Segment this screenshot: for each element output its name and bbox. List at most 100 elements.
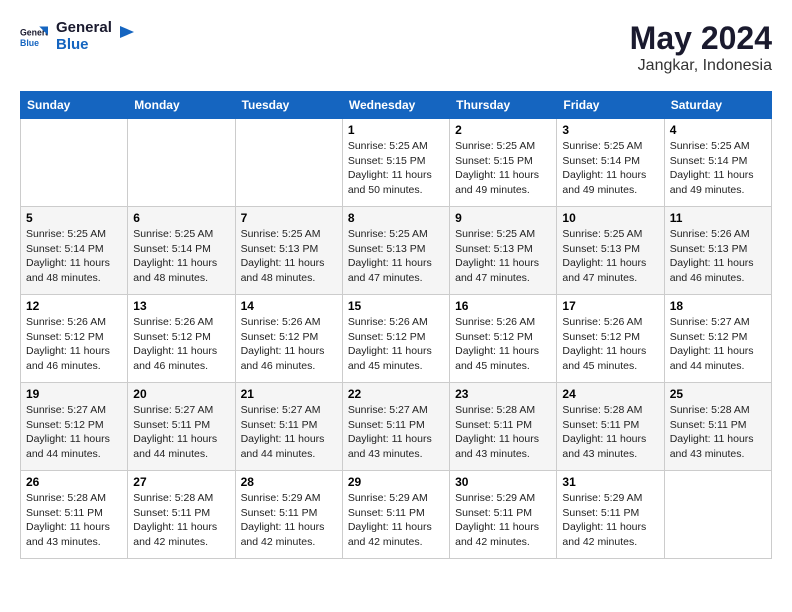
day-info: Sunrise: 5:25 AM Sunset: 5:15 PM Dayligh… <box>348 139 444 198</box>
calendar-cell: 1Sunrise: 5:25 AM Sunset: 5:15 PM Daylig… <box>342 119 449 207</box>
calendar-cell: 29 Sunrise: 5:29 AM Sunset: 5:11 PM Dayli… <box>342 471 449 559</box>
day-info: Sunrise: 5:25 AM Sunset: 5:13 PM Dayligh… <box>562 227 658 286</box>
day-info: Sunrise: 5:25 AM Sunset: 5:14 PM Dayligh… <box>26 227 122 286</box>
calendar-week-3: 12 Sunrise: 5:26 AM Sunset: 5:12 PM Dayli… <box>21 295 772 383</box>
month-title: May 2024 <box>630 20 772 57</box>
logo-line2: Blue <box>56 37 112 54</box>
day-number: 30 <box>455 475 551 489</box>
day-number: 19 <box>26 387 122 401</box>
day-info: Sunrise: 5:26 AM Sunset: 5:12 PM Dayligh… <box>455 315 551 374</box>
day-info: Sunrise: 5:27 AM Sunset: 5:12 PM Dayligh… <box>670 315 766 374</box>
calendar-cell <box>664 471 771 559</box>
day-number: 8 <box>348 211 444 225</box>
day-info: Sunrise: 5:26 AM Sunset: 5:12 PM Dayligh… <box>241 315 337 374</box>
title-block: May 2024 Jangkar, Indonesia <box>630 20 772 75</box>
header-monday: Monday <box>128 92 235 119</box>
day-number: 12 <box>26 299 122 313</box>
day-info: Sunrise: 5:27 AM Sunset: 5:11 PM Dayligh… <box>348 403 444 462</box>
day-info: Sunrise: 5:29 AM Sunset: 5:11 PM Dayligh… <box>241 491 337 550</box>
calendar-cell: 28 Sunrise: 5:29 AM Sunset: 5:11 PM Dayli… <box>235 471 342 559</box>
day-info: Sunrise: 5:26 AM Sunset: 5:12 PM Dayligh… <box>133 315 229 374</box>
day-info: Sunrise: 5:25 AM Sunset: 5:13 PM Dayligh… <box>348 227 444 286</box>
day-number: 31 <box>562 475 658 489</box>
header-wednesday: Wednesday <box>342 92 449 119</box>
day-info: Sunrise: 5:28 AM Sunset: 5:11 PM Dayligh… <box>562 403 658 462</box>
calendar-week-5: 26 Sunrise: 5:28 AM Sunset: 5:11 PM Dayli… <box>21 471 772 559</box>
calendar-cell: 5 Sunrise: 5:25 AM Sunset: 5:14 PM Daylig… <box>21 207 128 295</box>
day-number: 9 <box>455 211 551 225</box>
calendar-cell: 15Sunrise: 5:26 AM Sunset: 5:12 PM Dayli… <box>342 295 449 383</box>
day-info: Sunrise: 5:28 AM Sunset: 5:11 PM Dayligh… <box>26 491 122 550</box>
day-info: Sunrise: 5:29 AM Sunset: 5:11 PM Dayligh… <box>455 491 551 550</box>
calendar-cell: 19 Sunrise: 5:27 AM Sunset: 5:12 PM Dayli… <box>21 383 128 471</box>
day-info: Sunrise: 5:25 AM Sunset: 5:15 PM Dayligh… <box>455 139 551 198</box>
header-friday: Friday <box>557 92 664 119</box>
logo-icon: General Blue <box>20 23 48 51</box>
day-number: 22 <box>348 387 444 401</box>
day-number: 26 <box>26 475 122 489</box>
day-info: Sunrise: 5:25 AM Sunset: 5:14 PM Dayligh… <box>562 139 658 198</box>
day-number: 11 <box>670 211 766 225</box>
calendar-cell: 8 Sunrise: 5:25 AM Sunset: 5:13 PM Daylig… <box>342 207 449 295</box>
day-info: Sunrise: 5:25 AM Sunset: 5:14 PM Dayligh… <box>670 139 766 198</box>
calendar-cell: 18Sunrise: 5:27 AM Sunset: 5:12 PM Dayli… <box>664 295 771 383</box>
calendar-cell: 27 Sunrise: 5:28 AM Sunset: 5:11 PM Dayli… <box>128 471 235 559</box>
calendar-header-row: SundayMondayTuesdayWednesdayThursdayFrid… <box>21 92 772 119</box>
header-sunday: Sunday <box>21 92 128 119</box>
calendar-cell: 7Sunrise: 5:25 AM Sunset: 5:13 PM Daylig… <box>235 207 342 295</box>
calendar-week-4: 19 Sunrise: 5:27 AM Sunset: 5:12 PM Dayli… <box>21 383 772 471</box>
day-number: 17 <box>562 299 658 313</box>
day-number: 24 <box>562 387 658 401</box>
location-subtitle: Jangkar, Indonesia <box>630 57 772 75</box>
header-thursday: Thursday <box>450 92 557 119</box>
day-number: 3 <box>562 123 658 137</box>
day-info: Sunrise: 5:26 AM Sunset: 5:12 PM Dayligh… <box>26 315 122 374</box>
day-info: Sunrise: 5:27 AM Sunset: 5:12 PM Dayligh… <box>26 403 122 462</box>
calendar-cell: 9 Sunrise: 5:25 AM Sunset: 5:13 PM Daylig… <box>450 207 557 295</box>
calendar-cell <box>21 119 128 207</box>
calendar-cell: 14Sunrise: 5:26 AM Sunset: 5:12 PM Dayli… <box>235 295 342 383</box>
calendar-cell: 2 Sunrise: 5:25 AM Sunset: 5:15 PM Daylig… <box>450 119 557 207</box>
day-info: Sunrise: 5:25 AM Sunset: 5:14 PM Dayligh… <box>133 227 229 286</box>
calendar-cell: 24 Sunrise: 5:28 AM Sunset: 5:11 PM Dayli… <box>557 383 664 471</box>
page-header: General Blue General Blue May 2024 Jangk… <box>20 20 772 75</box>
calendar-cell: 31 Sunrise: 5:29 AM Sunset: 5:11 PM Dayli… <box>557 471 664 559</box>
day-info: Sunrise: 5:25 AM Sunset: 5:13 PM Dayligh… <box>455 227 551 286</box>
calendar-cell: 21Sunrise: 5:27 AM Sunset: 5:11 PM Dayli… <box>235 383 342 471</box>
calendar-cell: 11 Sunrise: 5:26 AM Sunset: 5:13 PM Dayli… <box>664 207 771 295</box>
day-number: 21 <box>241 387 337 401</box>
day-info: Sunrise: 5:29 AM Sunset: 5:11 PM Dayligh… <box>348 491 444 550</box>
day-number: 28 <box>241 475 337 489</box>
day-number: 20 <box>133 387 229 401</box>
svg-text:Blue: Blue <box>20 37 39 47</box>
day-number: 16 <box>455 299 551 313</box>
calendar-cell: 23Sunrise: 5:28 AM Sunset: 5:11 PM Dayli… <box>450 383 557 471</box>
header-saturday: Saturday <box>664 92 771 119</box>
day-info: Sunrise: 5:27 AM Sunset: 5:11 PM Dayligh… <box>133 403 229 462</box>
logo: General Blue General Blue <box>20 20 136 53</box>
day-number: 27 <box>133 475 229 489</box>
calendar-cell: 20 Sunrise: 5:27 AM Sunset: 5:11 PM Dayli… <box>128 383 235 471</box>
day-number: 13 <box>133 299 229 313</box>
calendar-cell: 3 Sunrise: 5:25 AM Sunset: 5:14 PM Daylig… <box>557 119 664 207</box>
day-info: Sunrise: 5:28 AM Sunset: 5:11 PM Dayligh… <box>670 403 766 462</box>
calendar-cell: 25Sunrise: 5:28 AM Sunset: 5:11 PM Dayli… <box>664 383 771 471</box>
calendar-cell: 30 Sunrise: 5:29 AM Sunset: 5:11 PM Dayli… <box>450 471 557 559</box>
calendar-cell: 13 Sunrise: 5:26 AM Sunset: 5:12 PM Dayli… <box>128 295 235 383</box>
day-number: 5 <box>26 211 122 225</box>
calendar-cell: 17 Sunrise: 5:26 AM Sunset: 5:12 PM Dayli… <box>557 295 664 383</box>
calendar-cell: 12 Sunrise: 5:26 AM Sunset: 5:12 PM Dayli… <box>21 295 128 383</box>
day-info: Sunrise: 5:28 AM Sunset: 5:11 PM Dayligh… <box>133 491 229 550</box>
calendar-cell: 22 Sunrise: 5:27 AM Sunset: 5:11 PM Dayli… <box>342 383 449 471</box>
day-number: 2 <box>455 123 551 137</box>
day-info: Sunrise: 5:29 AM Sunset: 5:11 PM Dayligh… <box>562 491 658 550</box>
calendar-table: SundayMondayTuesdayWednesdayThursdayFrid… <box>20 91 772 559</box>
day-info: Sunrise: 5:26 AM Sunset: 5:12 PM Dayligh… <box>562 315 658 374</box>
logo-line1: General <box>56 20 112 37</box>
calendar-week-2: 5 Sunrise: 5:25 AM Sunset: 5:14 PM Daylig… <box>21 207 772 295</box>
day-info: Sunrise: 5:26 AM Sunset: 5:13 PM Dayligh… <box>670 227 766 286</box>
day-number: 7 <box>241 211 337 225</box>
calendar-cell: 4Sunrise: 5:25 AM Sunset: 5:14 PM Daylig… <box>664 119 771 207</box>
calendar-cell: 16 Sunrise: 5:26 AM Sunset: 5:12 PM Dayli… <box>450 295 557 383</box>
day-number: 29 <box>348 475 444 489</box>
